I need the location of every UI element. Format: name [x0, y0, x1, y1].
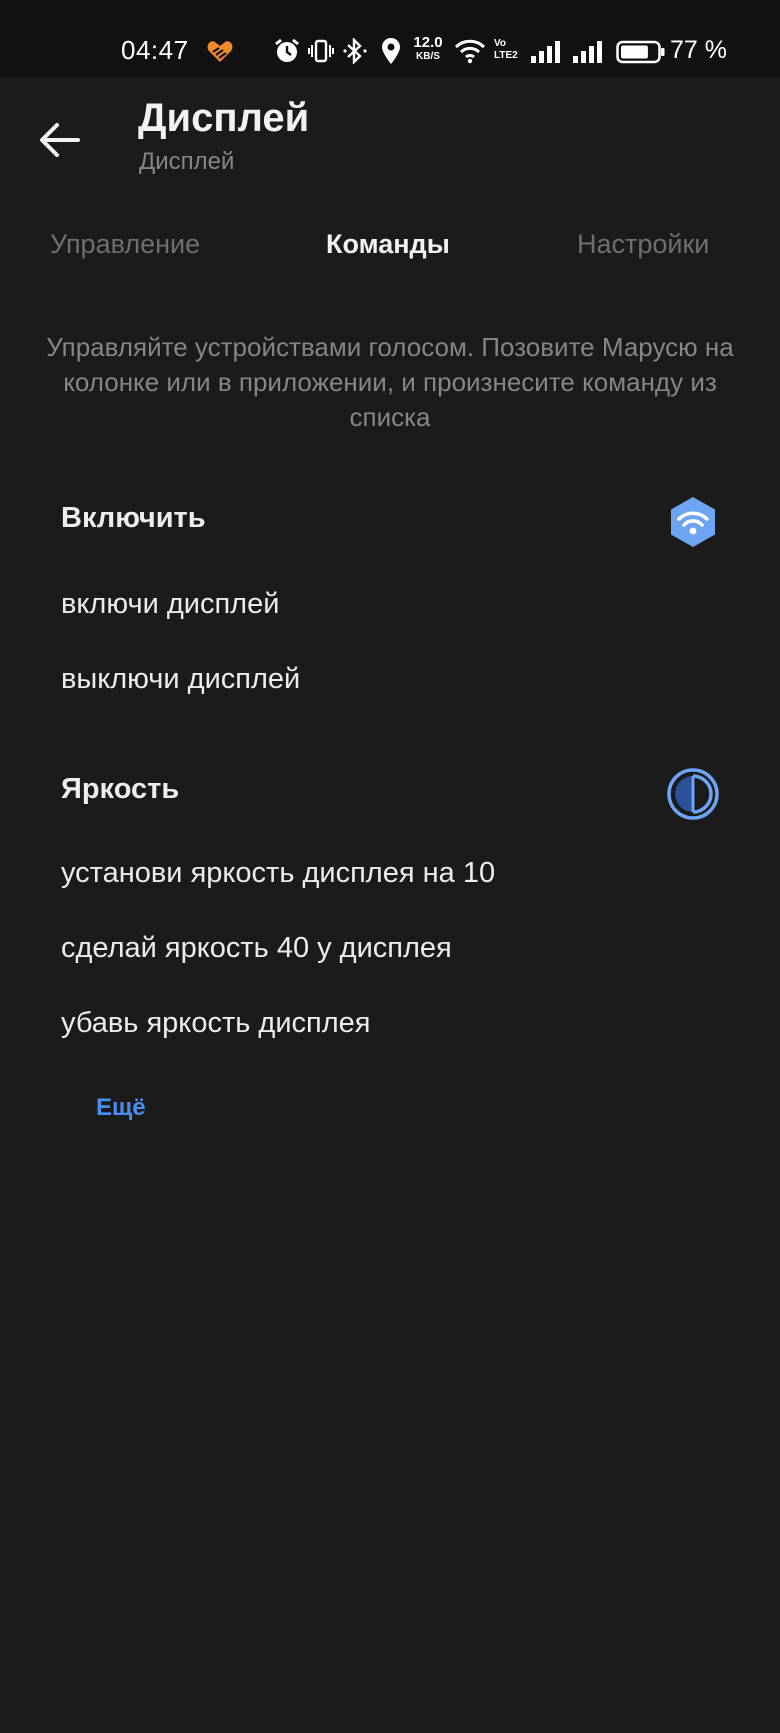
- intro-text: Управляйте устройствами голосом. Позовит…: [46, 332, 734, 432]
- section-title: Яркость: [61, 773, 180, 805]
- status-bar: 04:47 12.0 KB/S Vo LTE2 77 %: [0, 0, 780, 78]
- volte-top: Vo: [494, 38, 507, 49]
- tab-control[interactable]: Управление: [50, 229, 200, 260]
- section-title: Включить: [61, 502, 206, 534]
- power-wifi-hexagon-icon: [671, 497, 715, 547]
- wifi-icon: [454, 39, 486, 64]
- volte-bottom: LTE2: [494, 50, 518, 61]
- net-speed-value: 12.0: [413, 34, 443, 51]
- location-icon: [382, 38, 400, 64]
- tab-bar: Управление Команды Настройки: [0, 215, 780, 275]
- command-item: сделай яркость 40 у дисплея: [61, 932, 452, 964]
- page-title: Дисплей: [138, 96, 310, 140]
- signal-icon: [573, 41, 602, 63]
- page-subtitle: Дисплей: [139, 148, 235, 175]
- command-item: установи яркость дисплея на 10: [61, 857, 496, 889]
- back-button[interactable]: [30, 110, 90, 170]
- status-time: 04:47: [121, 35, 189, 65]
- signal-icon: [531, 41, 560, 63]
- bluetooth-icon: [343, 38, 367, 64]
- battery-icon: [616, 40, 665, 64]
- net-speed: 12.0 KB/S: [410, 34, 446, 64]
- vibrate-icon: [308, 39, 334, 63]
- volte-indicator: Vo LTE2: [494, 38, 524, 62]
- alarm-icon: [275, 38, 299, 62]
- command-item: убавь яркость дисплея: [61, 1007, 371, 1039]
- tab-commands[interactable]: Команды: [326, 229, 450, 260]
- battery-percent: 77 %: [670, 36, 727, 64]
- arrow-left-icon: [40, 123, 80, 157]
- command-item: выключи дисплей: [61, 663, 301, 695]
- more-link[interactable]: Ещё: [96, 1094, 146, 1122]
- command-item: включи дисплей: [61, 588, 280, 620]
- brightness-contrast-icon: [667, 768, 719, 820]
- heart-app-icon: [207, 41, 233, 62]
- tab-settings[interactable]: Настройки: [577, 229, 709, 260]
- net-speed-unit: KB/S: [416, 51, 440, 62]
- app-header: Дисплей Дисплей: [0, 78, 780, 188]
